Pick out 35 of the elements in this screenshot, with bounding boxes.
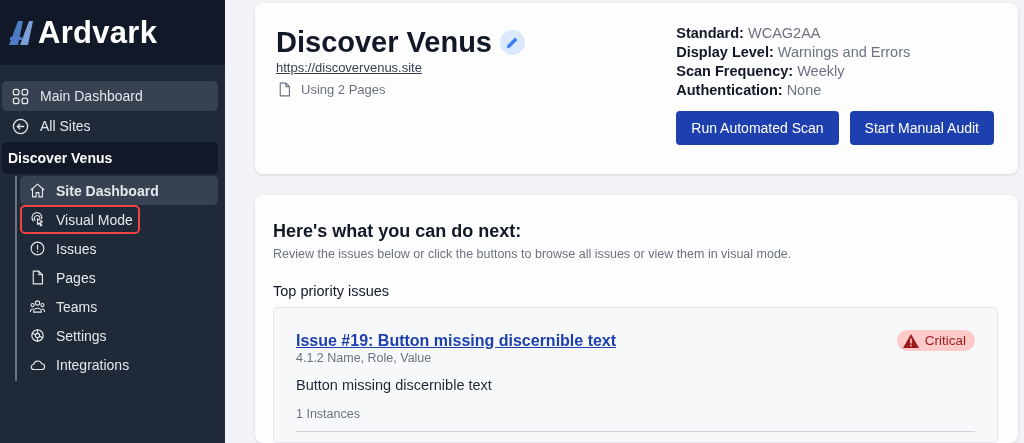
sidebar-section-heading[interactable]: Discover Venus bbox=[2, 142, 218, 174]
detail-line: Authentication: None bbox=[676, 82, 823, 98]
settings-icon bbox=[29, 327, 46, 344]
edit-button[interactable] bbox=[500, 29, 525, 55]
action-button[interactable]: Run Automated Scan bbox=[676, 111, 839, 145]
alert-icon bbox=[29, 240, 46, 257]
sidebar-item[interactable]: Teams bbox=[20, 292, 218, 321]
instances-count: 1 Instances bbox=[296, 407, 975, 432]
team-icon bbox=[29, 298, 46, 315]
sidebar-item[interactable]: Pages bbox=[20, 263, 218, 292]
sidebar-item[interactable]: Integrations bbox=[20, 350, 218, 379]
section-description: Review the issues below or click the buttons to browse all issues or view them in visual mode. bbox=[273, 247, 793, 261]
grid-icon bbox=[11, 86, 30, 106]
sidebar-item[interactable]: Issues bbox=[20, 234, 218, 263]
home-icon bbox=[29, 182, 46, 199]
sidebar-item[interactable]: Site Dashboard bbox=[20, 176, 218, 205]
warning-icon bbox=[902, 333, 919, 348]
detail-line: Standard: WCAG2AA bbox=[676, 25, 822, 41]
sidebar-item[interactable]: Visual Mode bbox=[20, 205, 140, 234]
criterion-text: 4.1.2 Name, Role, Value bbox=[296, 351, 433, 365]
pages-count: Using 2 Pages bbox=[301, 82, 386, 97]
detail-line: Display Level: Warnings and Errors bbox=[676, 44, 911, 60]
severity-badge: Critical bbox=[896, 330, 975, 351]
pointer-icon bbox=[29, 211, 46, 228]
site-title: Discover Venus bbox=[276, 25, 492, 59]
sidebar-item[interactable]: Main Dashboard bbox=[2, 81, 218, 111]
issue-description: Button missing discernible text bbox=[296, 377, 493, 393]
sidebar-item[interactable]: Settings bbox=[20, 321, 218, 350]
issue-link[interactable]: Issue #19: Button missing discernible text bbox=[296, 331, 617, 350]
sidebar-item[interactable]: All Sites bbox=[2, 111, 218, 141]
section-title: Here's what you can do next: bbox=[273, 221, 523, 242]
detail-line: Scan Frequency: Weekly bbox=[676, 63, 846, 79]
action-button[interactable]: Start Manual Audit bbox=[849, 111, 994, 145]
site-url-link[interactable]: https://discovervenus.site bbox=[276, 60, 525, 75]
subsection-title: Top priority issues bbox=[273, 283, 391, 299]
